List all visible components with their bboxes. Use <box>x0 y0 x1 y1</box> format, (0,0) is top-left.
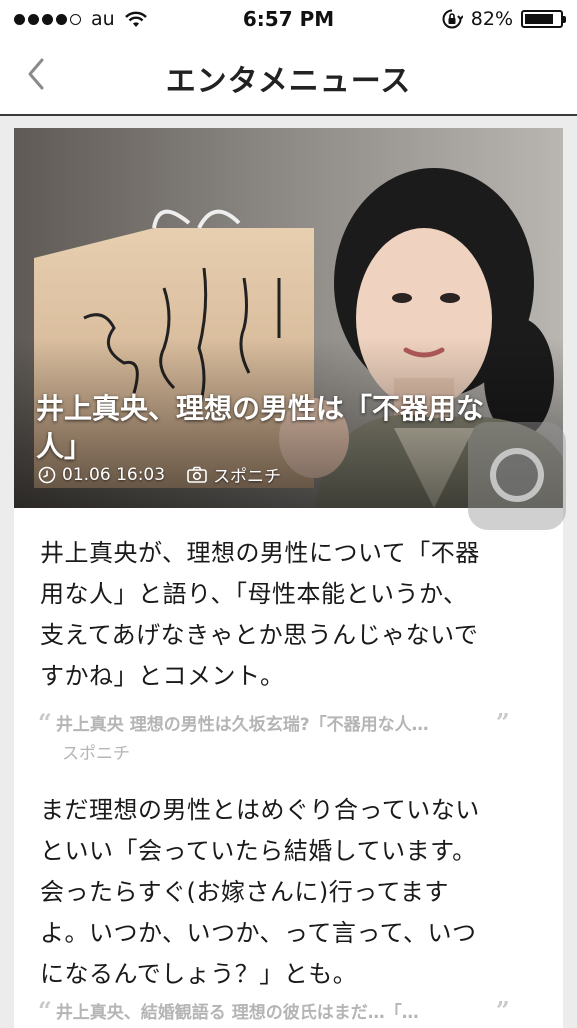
camera-icon <box>187 466 207 483</box>
open-quote-icon: “ <box>38 996 52 1025</box>
assistive-touch-button[interactable] <box>468 422 566 530</box>
related-quote-1[interactable]: “ 井上真央 理想の男性は久坂玄瑞?「不器用な人… ” スポニチ <box>38 708 538 764</box>
battery-percent: 82% <box>470 8 513 30</box>
status-right: 82% <box>441 8 566 30</box>
paragraph-line: 井上真央が、理想の男性について「不器 <box>40 539 480 567</box>
clock-icon <box>38 466 56 483</box>
close-quote-icon: ” <box>495 708 510 737</box>
source-meta: スポニチ <box>187 462 281 487</box>
article-title-line-1: 井上真央、理想の男性は「不器用な <box>36 392 485 425</box>
page-title: エンタメニュース <box>165 64 412 99</box>
open-quote-icon: “ <box>38 708 52 737</box>
article-title-line-2: 人」 <box>36 430 93 463</box>
orientation-lock-icon <box>442 9 463 29</box>
article-date: 01.06 16:03 <box>62 464 166 485</box>
paragraph-line: といい「会っていたら結婚しています。 <box>40 837 477 865</box>
related-quote-2[interactable]: “ 井上真央、結婚観語る 理想の彼氏はまだ…「… ” <box>38 996 538 1025</box>
article-paragraph-2: まだ理想の男性とはめぐり合っていない といい「会っていたら結婚しています。 会っ… <box>40 790 540 995</box>
assistive-touch-icon <box>490 448 544 502</box>
navigation-bar: エンタメニュース <box>0 38 577 116</box>
paragraph-line: まだ理想の男性とはめぐり合っていない <box>40 796 480 824</box>
date-meta: 01.06 16:03 <box>38 465 165 485</box>
related-quote-source: スポニチ <box>62 744 130 764</box>
related-quote-title: 井上真央 理想の男性は久坂玄瑞?「不器用な人… <box>55 715 429 735</box>
paragraph-line: よ。いつか、いつか、って言って、いつ <box>40 919 477 947</box>
battery-icon <box>521 10 566 28</box>
close-quote-icon: ” <box>495 996 510 1025</box>
article-paragraph-1: 井上真央が、理想の男性について「不器 用な人」と語り、「母性本能というか、 支え… <box>40 533 540 697</box>
paragraph-line: 用な人」と語り、「母性本能というか、 <box>40 580 468 608</box>
paragraph-line: になるんでしょう？」とも。 <box>40 960 358 988</box>
status-bar: au 6:57 PM 82% <box>0 0 577 38</box>
article-meta: 01.06 16:03 スポニチ <box>38 462 303 487</box>
paragraph-line: 会ったらすぐ(お嫁さんに)行ってます <box>40 878 449 906</box>
paragraph-line: 支えてあげなきゃとか思うんじゃないで <box>40 621 479 649</box>
related-quote-title: 井上真央、結婚観語る 理想の彼氏はまだ…「… <box>55 1003 419 1023</box>
article-title: 井上真央、理想の男性は「不器用な 人」 <box>36 390 536 466</box>
article-card: 井上真央、理想の男性は「不器用な 人」 01.06 16:03 スポニチ 井上真… <box>14 128 563 1028</box>
article-source: スポニチ <box>213 467 282 487</box>
paragraph-line: すかね」とコメント。 <box>40 662 285 690</box>
